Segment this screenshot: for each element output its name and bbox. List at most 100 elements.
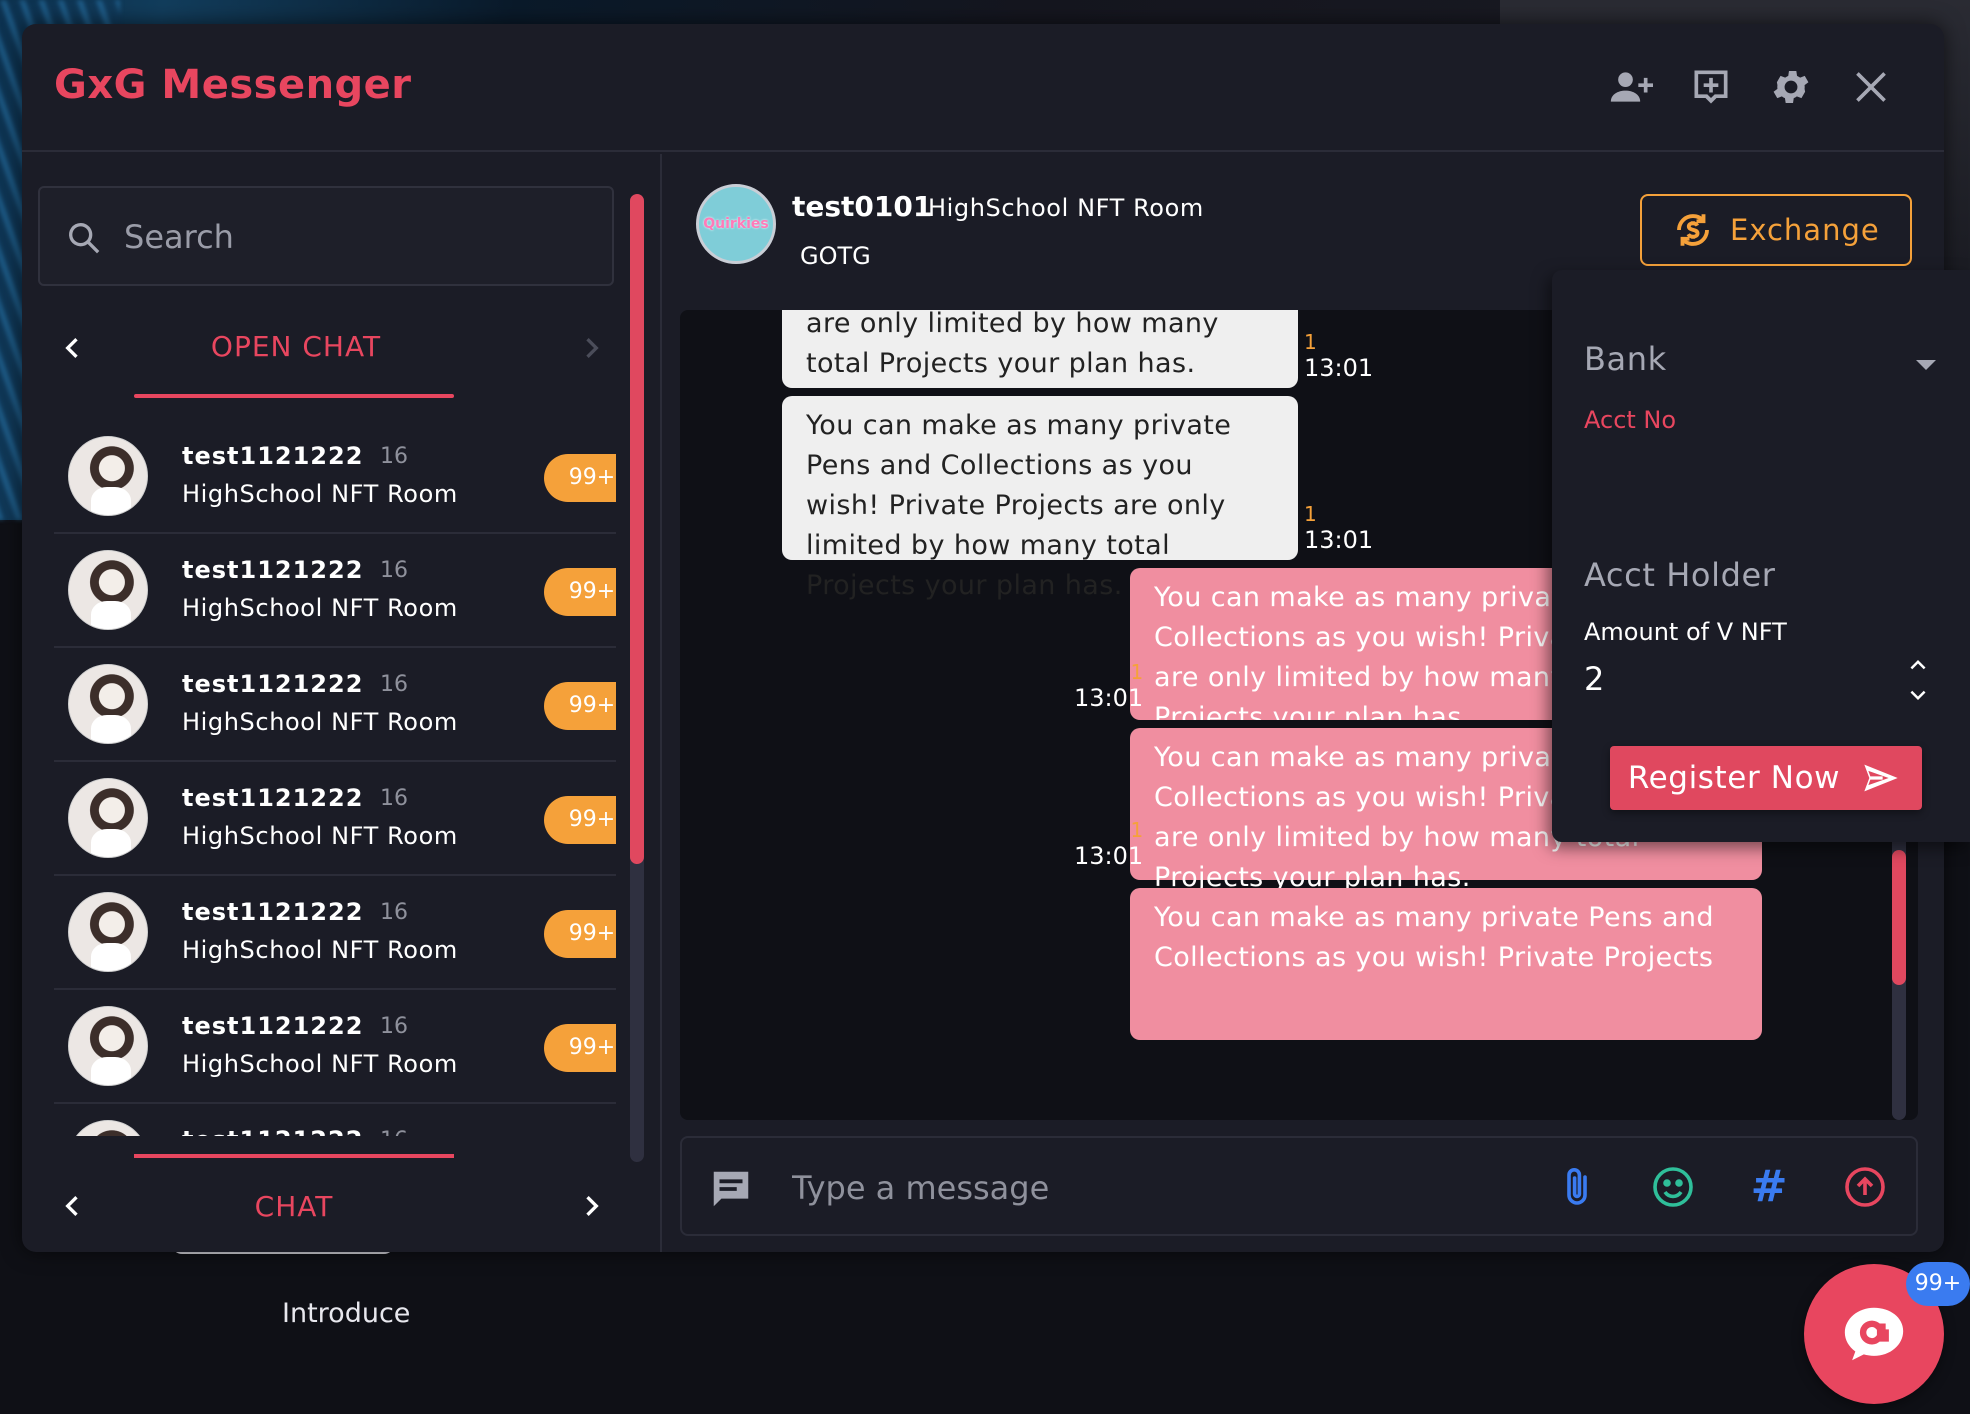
- read-count: 1: [1304, 330, 1317, 354]
- add-box-icon[interactable]: [1688, 64, 1734, 110]
- unread-badge: 99+: [544, 910, 616, 958]
- chevron-left-icon[interactable]: [52, 328, 92, 368]
- read-count: 1: [1304, 502, 1317, 526]
- emoji-icon[interactable]: [1648, 1162, 1698, 1212]
- send-arrow-icon: [1864, 764, 1898, 792]
- close-icon[interactable]: [1848, 64, 1894, 110]
- contact-name: test1121222: [182, 670, 364, 698]
- avatar: [68, 1006, 148, 1086]
- room-name: HighSchool NFT Room: [182, 822, 458, 850]
- composer-tools: #: [1552, 1162, 1890, 1212]
- hashtag-icon[interactable]: #: [1744, 1162, 1794, 1212]
- launcher-unread-badge: 99+: [1906, 1262, 1970, 1306]
- add-user-icon[interactable]: [1608, 64, 1654, 110]
- contact-time: 16: [380, 558, 408, 583]
- tab-indicator: [134, 1154, 454, 1158]
- attach-icon[interactable]: [1552, 1162, 1602, 1212]
- scrollbar-thumb[interactable]: [1892, 850, 1906, 985]
- contact-name: test1121222: [182, 442, 364, 470]
- chat-list: test1121222 16 HighSchool NFT Room 99+ t…: [54, 420, 616, 1136]
- amount-input[interactable]: 2: [1584, 660, 1604, 698]
- list-item[interactable]: test1121222 16 HighSchool NFT Room 99+: [54, 762, 616, 876]
- contact-time: 16: [380, 444, 408, 469]
- unread-badge: 99+: [544, 568, 616, 616]
- message-meta: 1 13:01: [1074, 818, 1143, 870]
- chevron-right-icon[interactable]: [572, 328, 612, 368]
- amount-label: Amount of V NFT: [1584, 618, 1787, 646]
- list-item[interactable]: test1121222 16 HighSchool NFT Room 99+: [54, 420, 616, 534]
- unread-badge: 99+: [544, 796, 616, 844]
- contact-name: test1121222: [182, 1126, 363, 1136]
- avatar: [68, 1120, 148, 1136]
- gear-icon[interactable]: [1768, 64, 1814, 110]
- chevron-down-icon[interactable]: [1902, 680, 1934, 710]
- caret-down-icon[interactable]: [1916, 360, 1936, 370]
- chat-list-scrollbar[interactable]: [630, 194, 644, 1162]
- contact-time: 16: [380, 672, 408, 697]
- contact-time: 16: [380, 1128, 408, 1136]
- bank-select[interactable]: Bank: [1584, 340, 1667, 378]
- avatar: [68, 892, 148, 972]
- room-name: HighSchool NFT Room: [182, 708, 458, 736]
- acct-no-field[interactable]: Acct No: [1584, 406, 1676, 434]
- room-subtitle: GOTG: [800, 242, 871, 270]
- scrollbar-thumb[interactable]: [630, 194, 644, 864]
- contact-name: test1121222: [182, 556, 364, 584]
- room-name: HighSchool NFT Room: [182, 936, 458, 964]
- avatar: [68, 664, 148, 744]
- room-title: HighSchool NFT Room: [928, 194, 1204, 222]
- list-item[interactable]: test1121222 16 HighSchool NFT Room 99+: [54, 648, 616, 762]
- list-item[interactable]: test1121222 16 HighSchool NFT Room 99+: [54, 876, 616, 990]
- read-count: 1: [1130, 818, 1144, 842]
- list-item[interactable]: test1121222 16 HighSchool NFT Room 99+: [54, 990, 616, 1104]
- exchange-icon: [1677, 214, 1709, 246]
- contact-time: 16: [380, 1014, 408, 1039]
- chat-list-panel: OPEN CHAT test1121222 16 HighSchool NFT …: [22, 154, 662, 1252]
- gxg-logo-icon: [1844, 1307, 1904, 1361]
- contact-name: test1121222: [182, 1012, 364, 1040]
- read-count: 1: [1130, 660, 1144, 684]
- message-time: 13:01: [1074, 842, 1144, 870]
- message-bubble-incoming: You can make as many private Pens and Co…: [782, 396, 1298, 601]
- message-time: 13:01: [1304, 354, 1374, 382]
- message-bubble-outgoing: You can make as many private Pens and Co…: [1130, 888, 1762, 1040]
- introduce-link[interactable]: Introduce: [282, 1298, 410, 1329]
- room-name: HighSchool NFT Room: [182, 480, 458, 508]
- message-composer: #: [680, 1136, 1918, 1236]
- tab-navigation: OPEN CHAT: [38, 304, 614, 404]
- message-time: 13:01: [1304, 526, 1374, 554]
- contact-name: test1121222: [182, 898, 364, 926]
- unread-badge: 99+: [544, 1024, 616, 1072]
- tab-chat[interactable]: CHAT: [134, 1190, 454, 1223]
- bank-register-panel: Bank Acct No Acct Holder Amount of V NFT…: [1552, 270, 1970, 842]
- send-icon[interactable]: [1840, 1162, 1890, 1212]
- app-title: GxG Messenger: [54, 62, 412, 108]
- title-bar: GxG Messenger: [22, 24, 1944, 152]
- tab-indicator: [134, 394, 454, 398]
- exchange-label: Exchange: [1730, 213, 1880, 247]
- search-input[interactable]: [124, 212, 594, 262]
- bottom-tab-navigation: CHAT: [38, 1154, 614, 1244]
- register-now-button[interactable]: Register Now: [1610, 746, 1922, 810]
- room-avatar: Quirkies: [696, 184, 776, 264]
- chat-bubble-icon: [708, 1166, 754, 1212]
- message-time: 13:01: [1074, 684, 1144, 712]
- unread-badge: 99+: [544, 682, 616, 730]
- chevron-up-icon[interactable]: [1902, 650, 1934, 680]
- message-meta: 1 13:01: [1074, 660, 1143, 712]
- header-actions: [1608, 64, 1894, 110]
- list-item[interactable]: test1121222 16: [54, 1104, 616, 1136]
- exchange-button[interactable]: Exchange: [1640, 194, 1912, 266]
- tab-open-chat[interactable]: OPEN CHAT: [136, 330, 456, 363]
- chevron-right-icon[interactable]: [572, 1186, 612, 1226]
- list-item[interactable]: test1121222 16 HighSchool NFT Room 99+: [54, 534, 616, 648]
- amount-stepper[interactable]: [1902, 650, 1934, 710]
- avatar: [68, 778, 148, 858]
- acct-holder-field[interactable]: Acct Holder: [1584, 556, 1776, 594]
- message-bubble-incoming: are only limited by how many total Proje…: [782, 310, 1298, 388]
- chevron-left-icon[interactable]: [52, 1186, 92, 1226]
- room-avatar-text: Quirkies: [703, 216, 769, 232]
- message-input[interactable]: [792, 1164, 1492, 1212]
- message-meta: 1 13:01: [1304, 330, 1373, 382]
- contact-time: 16: [380, 786, 408, 811]
